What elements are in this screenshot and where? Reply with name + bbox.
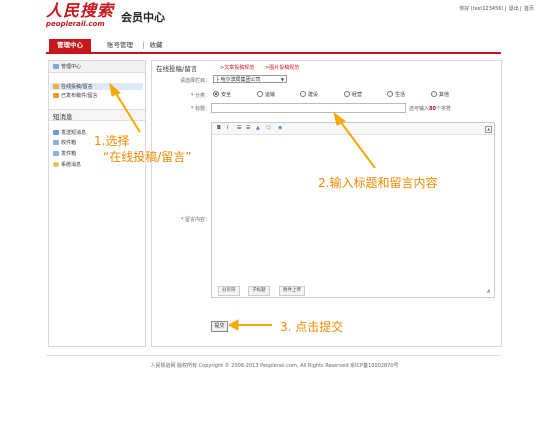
arrow-head-step2 [333, 111, 346, 126]
arrow-step1 [114, 91, 141, 133]
arrow-step2 [339, 120, 376, 169]
arrow-head-step1 [109, 82, 121, 97]
annotation-arrows [109, 82, 376, 331]
arrow-head-step3 [227, 319, 239, 331]
